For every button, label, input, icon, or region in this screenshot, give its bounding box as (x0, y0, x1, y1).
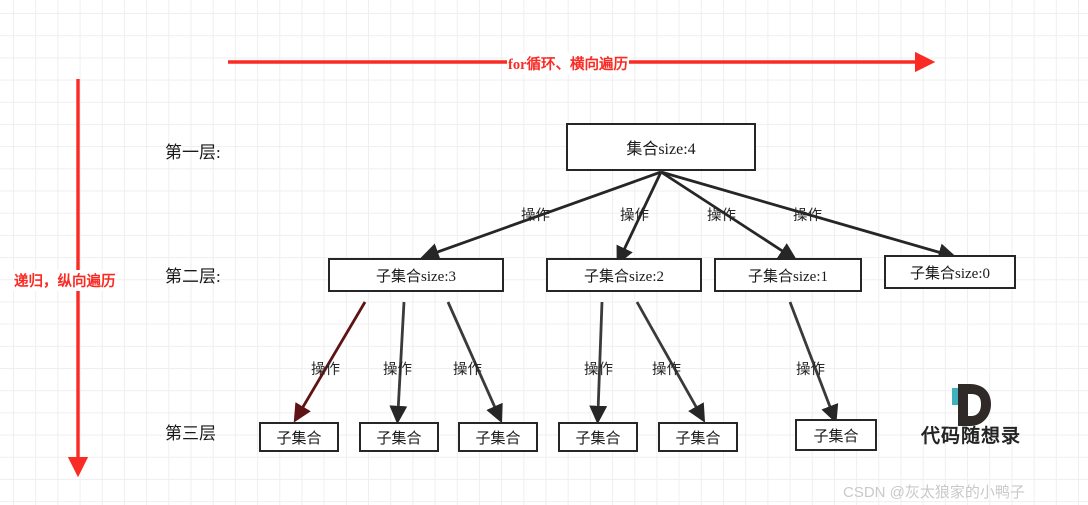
node-level3-2[interactable]: 子集合 (359, 422, 439, 452)
edge-label-root-4: 操作 (793, 208, 822, 224)
node-level2-3[interactable]: 子集合size:1 (714, 258, 862, 292)
edge-child3-to-leaf-6 (788, 301, 839, 424)
node-level3-3[interactable]: 子集合 (458, 422, 538, 452)
edge-label-l2-1: 操作 (311, 362, 340, 378)
edge-label-root-2: 操作 (620, 208, 649, 224)
edge-child1-to-leaf-3 (446, 301, 503, 424)
edge-child2-to-leaf-5 (635, 301, 706, 423)
layer-label-3: 第三层 (165, 424, 216, 443)
node-level3-1[interactable]: 子集合 (259, 422, 339, 452)
node-level3-5[interactable]: 子集合 (658, 422, 738, 452)
edge-label-l2-4: 操作 (584, 362, 613, 378)
edge-child1-to-leaf-2 (389, 301, 408, 425)
edge-label-l2-6: 操作 (796, 362, 825, 378)
diagram-canvas: for循环、横向遍历 递归，纵向遍历 第一层: 第二层: 第三层 集合size:… (0, 0, 1088, 505)
csdn-watermark: CSDN @灰太狼家的小鸭子 (843, 484, 1025, 501)
edge-child1-to-leaf-1 (293, 301, 367, 423)
node-level3-6[interactable]: 子集合 (795, 419, 877, 451)
node-level3-4[interactable]: 子集合 (558, 422, 638, 452)
edge-label-l2-5: 操作 (652, 362, 681, 378)
edge-label-l2-2: 操作 (383, 362, 412, 378)
layer-label-2: 第二层: (165, 267, 221, 286)
edge-child2-to-leaf-4 (589, 301, 608, 425)
node-level2-1[interactable]: 子集合size:3 (328, 258, 504, 292)
edge-label-root-1: 操作 (521, 208, 550, 224)
edge-label-root-3: 操作 (707, 208, 736, 224)
node-root[interactable]: 集合size:4 (566, 123, 756, 171)
edge-label-l2-3: 操作 (453, 362, 482, 378)
horizontal-axis-label: for循环、横向遍历 (507, 53, 630, 74)
node-level2-4[interactable]: 子集合size:0 (884, 255, 1016, 289)
vertical-axis-label: 递归，纵向遍历 (13, 270, 117, 291)
node-level2-2[interactable]: 子集合size:2 (546, 258, 702, 292)
layer-label-1: 第一层: (165, 143, 221, 162)
logo-text: 代码随想录 (921, 425, 1022, 447)
